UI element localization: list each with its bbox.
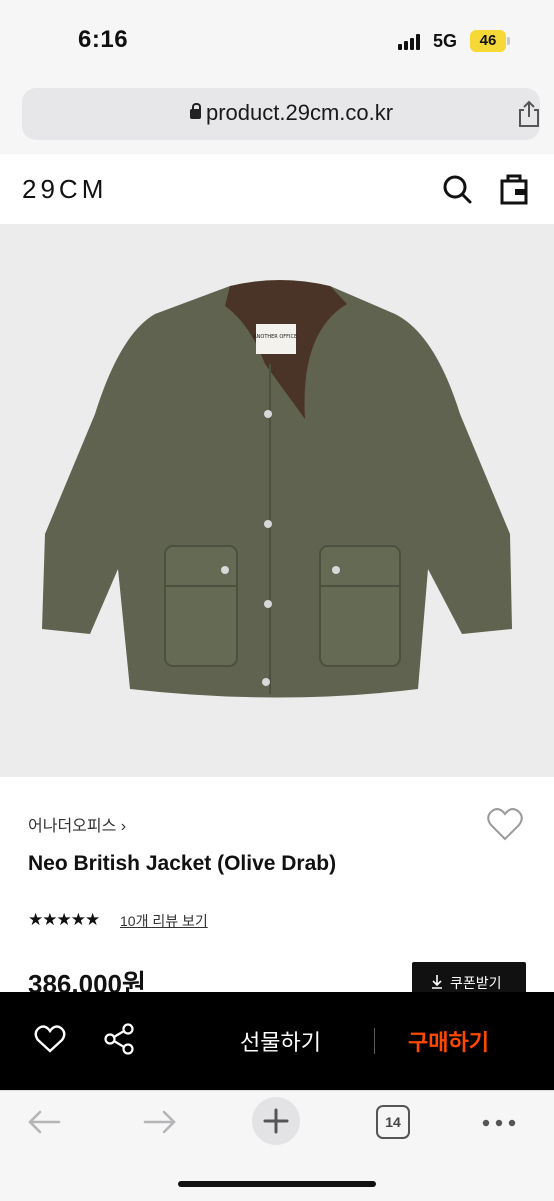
url-text: product.29cm.co.kr (206, 100, 394, 125)
share-nodes-icon[interactable] (102, 1022, 136, 1056)
jacket-tag-text: ANOTHER OFFICE. (253, 334, 299, 340)
home-indicator (178, 1181, 376, 1187)
search-icon[interactable] (441, 173, 473, 205)
download-icon (432, 975, 442, 989)
bag-icon[interactable] (499, 171, 529, 205)
plus-icon (263, 1108, 289, 1134)
product-image[interactable]: ANOTHER OFFICE. (0, 224, 554, 777)
jacket-image: ANOTHER OFFICE. (0, 224, 554, 777)
site-logo[interactable]: 29CM (22, 174, 107, 205)
forward-arrow-icon[interactable] (142, 1109, 178, 1135)
buy-button[interactable]: 구매하기 (408, 1025, 489, 1057)
review-link[interactable]: 10개 리뷰 보기 (120, 911, 208, 931)
heart-icon[interactable] (486, 806, 524, 842)
lock-icon (190, 103, 201, 119)
brand-link[interactable]: 어나더오피스 › (28, 812, 126, 836)
purchase-action-bar: 선물하기 구매하기 (0, 992, 554, 1090)
battery-indicator: 46 (470, 30, 506, 52)
address-bar[interactable]: product.29cm.co.kr (22, 88, 540, 140)
signal-icon (398, 34, 424, 50)
site-header: 29CM (0, 154, 554, 224)
action-divider (374, 1028, 375, 1054)
coupon-label: 쿠폰받기 (450, 975, 502, 991)
back-arrow-icon[interactable] (26, 1109, 62, 1135)
status-bar: 6:16 5G 46 (0, 0, 554, 80)
product-name: Neo British Jacket (Olive Drab) (28, 852, 337, 875)
heart-icon[interactable] (34, 1024, 66, 1054)
more-icon[interactable] (482, 1119, 516, 1127)
tabs-button[interactable]: 14 (376, 1105, 410, 1139)
chevron-right-icon: › (120, 818, 127, 835)
browser-toolbar: 14 (0, 1090, 554, 1201)
rating-stars: ★★★★★ (28, 910, 100, 929)
new-tab-button[interactable] (252, 1097, 300, 1145)
battery-nub (507, 37, 510, 45)
status-time: 6:16 (78, 26, 129, 53)
share-icon[interactable] (516, 100, 542, 128)
gift-button[interactable]: 선물하기 (240, 1025, 321, 1057)
address-bar-area: product.29cm.co.kr (0, 80, 554, 155)
network-type: 5G (433, 31, 458, 51)
